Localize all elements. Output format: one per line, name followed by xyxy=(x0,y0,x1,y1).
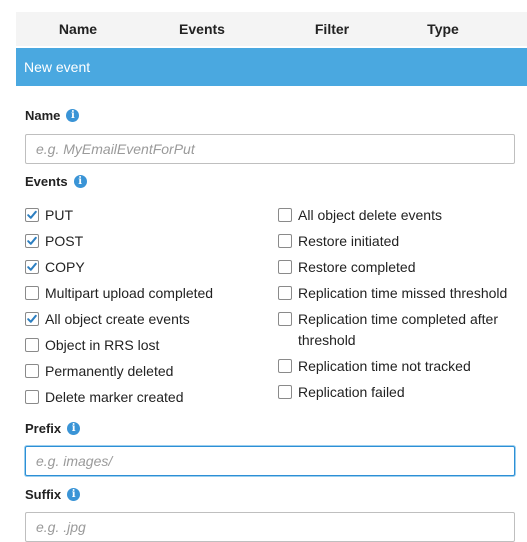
event-checkbox[interactable] xyxy=(25,390,39,404)
info-icon[interactable]: i xyxy=(73,175,87,188)
event-option-label: POST xyxy=(45,233,84,249)
info-icon[interactable]: i xyxy=(67,422,81,435)
event-checkbox[interactable] xyxy=(278,286,292,300)
event-checkbox[interactable] xyxy=(278,385,292,399)
event-option-label: Replication time completed after thresho… xyxy=(298,311,498,348)
event-option-label: Delete marker created xyxy=(45,389,184,405)
event-option-restore-initiated[interactable]: Restore initiated xyxy=(278,233,400,252)
info-icon[interactable]: i xyxy=(67,488,81,501)
event-checkbox[interactable] xyxy=(278,208,292,222)
event-option-label: PUT xyxy=(45,207,73,223)
event-option-restore-completed[interactable]: Restore completed xyxy=(278,259,416,278)
check-icon xyxy=(27,236,37,245)
event-option-label: All object delete events xyxy=(298,207,442,223)
column-header-type[interactable]: Type xyxy=(427,21,459,37)
event-checkbox[interactable] xyxy=(25,234,39,248)
column-header-filter[interactable]: Filter xyxy=(315,21,349,37)
event-option-post[interactable]: POST xyxy=(25,233,84,252)
check-icon xyxy=(27,210,37,219)
event-option-label: Replication time missed threshold xyxy=(298,285,508,301)
event-option-label: Permanently deleted xyxy=(45,363,174,379)
column-header-events[interactable]: Events xyxy=(179,21,225,37)
name-label-group: Name i xyxy=(25,108,80,123)
event-option-label: Restore completed xyxy=(298,259,416,275)
event-checkbox[interactable] xyxy=(278,260,292,274)
event-checkbox[interactable] xyxy=(25,286,39,300)
event-checkbox[interactable] xyxy=(278,234,292,248)
event-option-permanently-deleted[interactable]: Permanently deleted xyxy=(25,363,174,382)
event-option-replication-time-not-tracked[interactable]: Replication time not tracked xyxy=(278,358,471,377)
suffix-input[interactable] xyxy=(25,512,515,542)
prefix-label-group: Prefix i xyxy=(25,421,81,436)
new-event-panel-header[interactable]: New event xyxy=(16,48,527,86)
event-option-label: Replication time not tracked xyxy=(298,358,471,374)
events-label-group: Events i xyxy=(25,174,87,189)
event-option-delete-marker-created[interactable]: Delete marker created xyxy=(25,389,184,408)
event-option-all-object-create-events[interactable]: All object create events xyxy=(25,311,190,330)
event-checkbox[interactable] xyxy=(25,364,39,378)
event-checkbox[interactable] xyxy=(278,359,292,373)
new-event-title: New event xyxy=(24,59,91,75)
event-option-label: Restore initiated xyxy=(298,233,400,249)
event-option-label: Object in RRS lost xyxy=(45,337,160,353)
event-checkbox[interactable] xyxy=(25,338,39,352)
info-icon[interactable]: i xyxy=(66,109,80,122)
suffix-label-group: Suffix i xyxy=(25,487,81,502)
event-option-label: COPY xyxy=(45,259,85,275)
event-checkbox[interactable] xyxy=(25,260,39,274)
prefix-label: Prefix xyxy=(25,421,62,436)
event-option-replication-time-completed-after-threshold[interactable]: Replication time completed after thresho… xyxy=(278,311,508,351)
name-input[interactable] xyxy=(25,134,515,164)
event-option-object-in-rrs-lost[interactable]: Object in RRS lost xyxy=(25,337,160,356)
name-label: Name xyxy=(25,108,61,123)
check-icon xyxy=(27,314,37,323)
event-option-label: Replication failed xyxy=(298,384,405,400)
event-option-label: All object create events xyxy=(45,311,190,327)
event-option-copy[interactable]: COPY xyxy=(25,259,85,278)
event-checkbox[interactable] xyxy=(25,312,39,326)
check-icon xyxy=(27,262,37,271)
prefix-input[interactable] xyxy=(25,446,515,476)
event-option-put[interactable]: PUT xyxy=(25,207,73,226)
event-checkbox[interactable] xyxy=(25,208,39,222)
suffix-label: Suffix xyxy=(25,487,62,502)
event-option-multipart-upload-completed[interactable]: Multipart upload completed xyxy=(25,285,214,304)
event-option-label: Multipart upload completed xyxy=(45,285,214,301)
event-option-all-object-delete-events[interactable]: All object delete events xyxy=(278,207,442,226)
event-checkbox[interactable] xyxy=(278,312,292,326)
events-label: Events xyxy=(25,174,68,189)
event-option-replication-failed[interactable]: Replication failed xyxy=(278,384,405,403)
event-option-replication-time-missed-threshold[interactable]: Replication time missed threshold xyxy=(278,285,508,304)
table-header: Name Events Filter Type xyxy=(16,12,527,46)
column-header-name[interactable]: Name xyxy=(59,21,97,37)
